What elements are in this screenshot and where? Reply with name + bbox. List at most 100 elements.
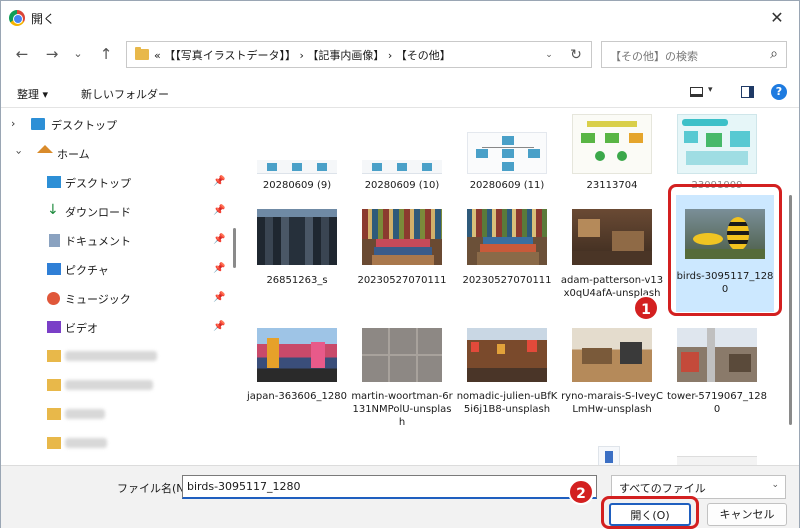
sidebar-item-pictures[interactable]: ピクチャ 📌 (1, 255, 231, 283)
chevron-down-icon: ⌄ (771, 480, 779, 490)
blurred-label (65, 380, 153, 390)
pin-icon: 📌 (213, 292, 226, 303)
sidebar-item-label: ドキュメント (65, 235, 131, 248)
file-thumbnail (257, 209, 337, 265)
folder-icon (47, 408, 61, 420)
selection-highlight (668, 184, 782, 316)
new-folder-button[interactable]: 新しいフォルダー (81, 86, 169, 102)
sidebar-item-folder-blurred[interactable] (1, 371, 231, 399)
file-name: ryno-marais-S-IveyCLmHw-unsplash (561, 391, 663, 415)
command-bar: 整理 ▾ 新しいフォルダー ▾ ? (1, 78, 799, 108)
filename-input[interactable]: birds-3095117_1280 (182, 475, 597, 499)
address-bar[interactable]: « 【【写真イラストデータ】】 › 【記事内画像】 › 【その他】 ⌄ ↻ (126, 41, 592, 68)
view-dropdown-icon[interactable]: ▾ (708, 85, 713, 95)
up-arrow-icon[interactable]: ↑ (95, 43, 117, 65)
file-tile[interactable]: 23113704 (560, 108, 664, 198)
file-tile[interactable]: 20280609 (11) (455, 108, 559, 198)
close-icon[interactable]: ✕ (765, 6, 789, 30)
file-tile[interactable] (665, 446, 769, 465)
file-tile[interactable] (560, 446, 664, 465)
chevron-down-icon[interactable]: › (13, 150, 26, 154)
folder-icon (135, 47, 149, 60)
file-tile[interactable]: tower-5719067_1280 (665, 322, 769, 442)
sidebar-scrollbar[interactable] (233, 228, 236, 268)
chevron-right-icon[interactable]: › (11, 117, 15, 130)
file-thumbnail (598, 446, 620, 465)
file-thumbnail (677, 328, 757, 382)
file-thumbnail (467, 328, 547, 382)
back-arrow-icon[interactable]: ← (11, 43, 33, 65)
file-list-scrollbar[interactable] (789, 195, 792, 425)
file-thumbnail (572, 328, 652, 382)
file-thumbnail (572, 209, 652, 265)
open-file-dialog: 開く ✕ ← → ⌄ ↑ « 【【写真イラストデータ】】 › 【記事内画像】 ›… (0, 0, 800, 529)
file-name: tower-5719067_1280 (666, 391, 768, 415)
recent-locations-chevron-icon[interactable]: ⌄ (67, 43, 89, 65)
file-name: japan-363606_1280 (247, 391, 347, 402)
pin-icon: 📌 (213, 321, 226, 332)
organize-menu[interactable]: 整理 ▾ (17, 86, 48, 102)
file-thumbnail (677, 114, 757, 174)
file-tile[interactable]: japan-363606_1280 (245, 322, 349, 442)
download-arrow-icon: ↓ (47, 202, 59, 218)
file-thumbnail (362, 209, 442, 265)
sidebar-item-downloads[interactable]: ↓ ダウンロード 📌 (1, 197, 231, 225)
sidebar-item-folder-blurred[interactable] (1, 342, 231, 370)
cancel-button[interactable]: キャンセル (707, 503, 787, 526)
file-thumbnail (257, 328, 337, 382)
sidebar-item-music[interactable]: ミュージック 📌 (1, 284, 231, 312)
document-icon (49, 234, 60, 247)
file-name: 23113704 (586, 180, 638, 191)
pin-icon: 📌 (213, 176, 226, 187)
file-tile[interactable]: 20280609 (10) (350, 108, 454, 198)
desktop-icon (47, 176, 61, 188)
address-dropdown-icon[interactable]: ⌄ (540, 45, 558, 65)
sidebar-item-label: ピクチャ (65, 264, 109, 277)
forward-arrow-icon[interactable]: → (41, 43, 63, 65)
blurred-label (65, 351, 157, 361)
refresh-icon[interactable]: ↻ (565, 44, 587, 66)
sidebar-item-label: ミュージック (65, 293, 131, 306)
folder-icon (47, 350, 61, 362)
video-icon (47, 321, 61, 333)
step-badge-2: 2 (568, 479, 594, 505)
help-icon[interactable]: ? (771, 84, 787, 100)
sidebar-item-label: デスクトップ (51, 119, 117, 132)
navigation-pane: › デスクトップ › ホーム デスクトップ 📌 ↓ ダウンロード 📌 ドキュメン… (1, 108, 239, 465)
file-tile[interactable]: 20280609 (9) (245, 108, 349, 198)
file-thumbnail (467, 209, 547, 265)
sidebar-item-videos[interactable]: ビデオ 📌 (1, 313, 231, 341)
music-icon (47, 292, 60, 305)
file-tile[interactable]: 26851263_s (245, 203, 349, 316)
file-tile[interactable]: martin-woortman-6r131NMPolU-unsplash (350, 322, 454, 442)
sidebar-item-desktop[interactable]: デスクトップ 📌 (1, 168, 231, 196)
file-tile[interactable]: nomadic-julien-uBfK5i6j1B8-unsplash (455, 322, 559, 442)
file-name: 20230527070111 (462, 275, 552, 286)
search-icon[interactable]: ⌕ (770, 46, 778, 62)
search-box[interactable]: 【その他】の検索 ⌕ (601, 41, 787, 68)
home-icon (37, 145, 53, 153)
window-title: 開く (31, 12, 56, 26)
preview-pane-icon[interactable] (741, 86, 754, 98)
blurred-label (65, 438, 107, 448)
file-thumbnail (467, 132, 547, 174)
sidebar-item-documents[interactable]: ドキュメント 📌 (1, 226, 231, 254)
file-tile[interactable]: 20230527070111 (455, 203, 559, 316)
sidebar-item-folder-blurred[interactable] (1, 400, 231, 428)
blurred-label (65, 409, 105, 419)
breadcrumb[interactable]: « 【【写真イラストデータ】】 › 【記事内画像】 › 【その他】 (154, 47, 451, 63)
file-tile[interactable]: 20230527070111 (350, 203, 454, 316)
chrome-app-icon (9, 10, 25, 26)
file-name: 20280609 (10) (364, 180, 440, 191)
sidebar-item-desktop-root[interactable]: › デスクトップ (1, 110, 231, 138)
view-mode-icon[interactable] (690, 87, 703, 97)
sidebar-item-label: ビデオ (65, 322, 98, 335)
sidebar-item-home[interactable]: › ホーム (1, 139, 231, 167)
file-tile[interactable]: ryno-marais-S-IveyCLmHw-unsplash (560, 322, 664, 442)
file-thumbnail (362, 160, 442, 174)
file-name: 20230527070111 (357, 275, 447, 286)
file-name: martin-woortman-6r131NMPolU-unsplash (351, 391, 453, 428)
file-thumbnail (362, 328, 442, 382)
sidebar-item-folder-blurred[interactable] (1, 429, 231, 457)
file-thumbnail (677, 456, 757, 465)
